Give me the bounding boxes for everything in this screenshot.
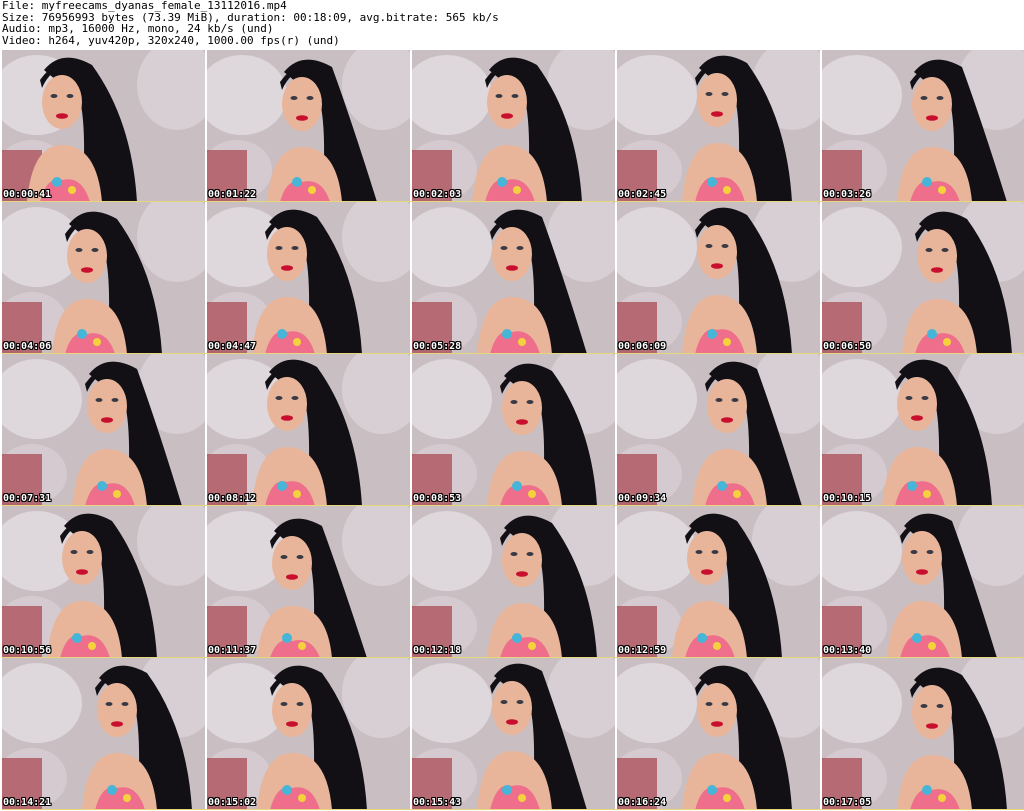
frame-timestamp: 00:03:26 [823, 189, 872, 200]
video-frame-thumbnail: 00:16:24 [617, 658, 820, 810]
video-frame-thumbnail: 00:03:26 [822, 50, 1024, 202]
video-frame-thumbnail: 00:13:40 [822, 506, 1024, 658]
video-info-line: Video: h264, yuv420p, 320x240, 1000.00 f… [2, 33, 340, 47]
frame-image [617, 658, 820, 810]
video-frame-thumbnail: 00:00:41 [2, 50, 205, 202]
frame-timestamp: 00:12:59 [618, 645, 667, 656]
file-info-header: File: myfreecams_dyanas_female_13112016.… [2, 0, 1022, 46]
row-separator [2, 353, 1024, 354]
frame-image [2, 506, 205, 658]
frame-timestamp: 00:02:03 [413, 189, 462, 200]
frame-timestamp: 00:17:05 [823, 797, 872, 808]
video-frame-thumbnail: 00:02:03 [412, 50, 615, 202]
video-frame-thumbnail: 00:04:06 [2, 202, 205, 354]
video-frame-thumbnail: 00:02:45 [617, 50, 820, 202]
frame-timestamp: 00:06:09 [618, 341, 667, 352]
video-frame-thumbnail: 00:12:18 [412, 506, 615, 658]
frame-image [412, 354, 615, 506]
video-frame-thumbnail: 00:10:56 [2, 506, 205, 658]
video-frame-thumbnail: 00:08:53 [412, 354, 615, 506]
frame-image [617, 354, 820, 506]
frame-timestamp: 00:08:12 [208, 493, 257, 504]
frame-timestamp: 00:00:41 [3, 189, 52, 200]
frame-timestamp: 00:16:24 [618, 797, 667, 808]
frame-image [2, 658, 205, 810]
video-frame-thumbnail: 00:07:31 [2, 354, 205, 506]
frame-image [412, 202, 615, 354]
row-separator [2, 201, 1024, 202]
frame-timestamp: 00:15:43 [413, 797, 462, 808]
frame-timestamp: 00:09:34 [618, 493, 667, 504]
frame-image [617, 202, 820, 354]
row-separator [2, 657, 1024, 658]
video-frame-thumbnail: 00:08:12 [207, 354, 410, 506]
frame-image [2, 202, 205, 354]
frame-timestamp: 00:05:28 [413, 341, 462, 352]
frame-timestamp: 00:14:21 [3, 797, 52, 808]
frame-image [207, 354, 410, 506]
video-frame-thumbnail: 00:06:50 [822, 202, 1024, 354]
row-separator [2, 505, 1024, 506]
video-frame-thumbnail: 00:11:37 [207, 506, 410, 658]
audio-info-line: Audio: mp3, 16000 Hz, mono, 24 kb/s (und… [2, 22, 274, 35]
frame-timestamp: 00:15:02 [208, 797, 257, 808]
frame-timestamp: 00:10:56 [3, 645, 52, 656]
video-frame-thumbnail: 00:12:59 [617, 506, 820, 658]
frame-timestamp: 00:04:06 [3, 341, 52, 352]
file-name-line: File: myfreecams_dyanas_female_13112016.… [2, 0, 287, 12]
frame-timestamp: 00:13:40 [823, 645, 872, 656]
frame-image [412, 50, 615, 202]
frame-image [412, 506, 615, 658]
frame-image [207, 506, 410, 658]
frame-image [617, 506, 820, 658]
frame-image [207, 658, 410, 810]
video-frame-thumbnail: 00:06:09 [617, 202, 820, 354]
video-frame-thumbnail: 00:14:21 [2, 658, 205, 810]
video-frame-thumbnail: 00:10:15 [822, 354, 1024, 506]
frame-image [822, 658, 1024, 810]
frame-timestamp: 00:11:37 [208, 645, 257, 656]
frame-timestamp: 00:04:47 [208, 341, 257, 352]
frame-image [412, 658, 615, 810]
video-frame-thumbnail: 00:09:34 [617, 354, 820, 506]
video-frame-thumbnail: 00:01:22 [207, 50, 410, 202]
video-frame-thumbnail: 00:05:28 [412, 202, 615, 354]
frame-image [2, 354, 205, 506]
video-frame-thumbnail: 00:17:05 [822, 658, 1024, 810]
row-separator [2, 809, 1024, 810]
frame-image [617, 50, 820, 202]
frame-image [822, 50, 1024, 202]
video-frame-thumbnail: 00:04:47 [207, 202, 410, 354]
frame-timestamp: 00:12:18 [413, 645, 462, 656]
frame-image [2, 50, 205, 202]
frame-timestamp: 00:10:15 [823, 493, 872, 504]
frame-timestamp: 00:06:50 [823, 341, 872, 352]
frame-timestamp: 00:01:22 [208, 189, 257, 200]
thumbnail-grid: 00:00:41 00:01:22 00:02:03 00:02:45 00:0… [2, 50, 1024, 810]
frame-timestamp: 00:07:31 [3, 493, 52, 504]
frame-image [822, 202, 1024, 354]
frame-image [207, 50, 410, 202]
frame-image [822, 506, 1024, 658]
video-frame-thumbnail: 00:15:43 [412, 658, 615, 810]
frame-image [207, 202, 410, 354]
frame-timestamp: 00:02:45 [618, 189, 667, 200]
frame-image [822, 354, 1024, 506]
frame-timestamp: 00:08:53 [413, 493, 462, 504]
video-frame-thumbnail: 00:15:02 [207, 658, 410, 810]
